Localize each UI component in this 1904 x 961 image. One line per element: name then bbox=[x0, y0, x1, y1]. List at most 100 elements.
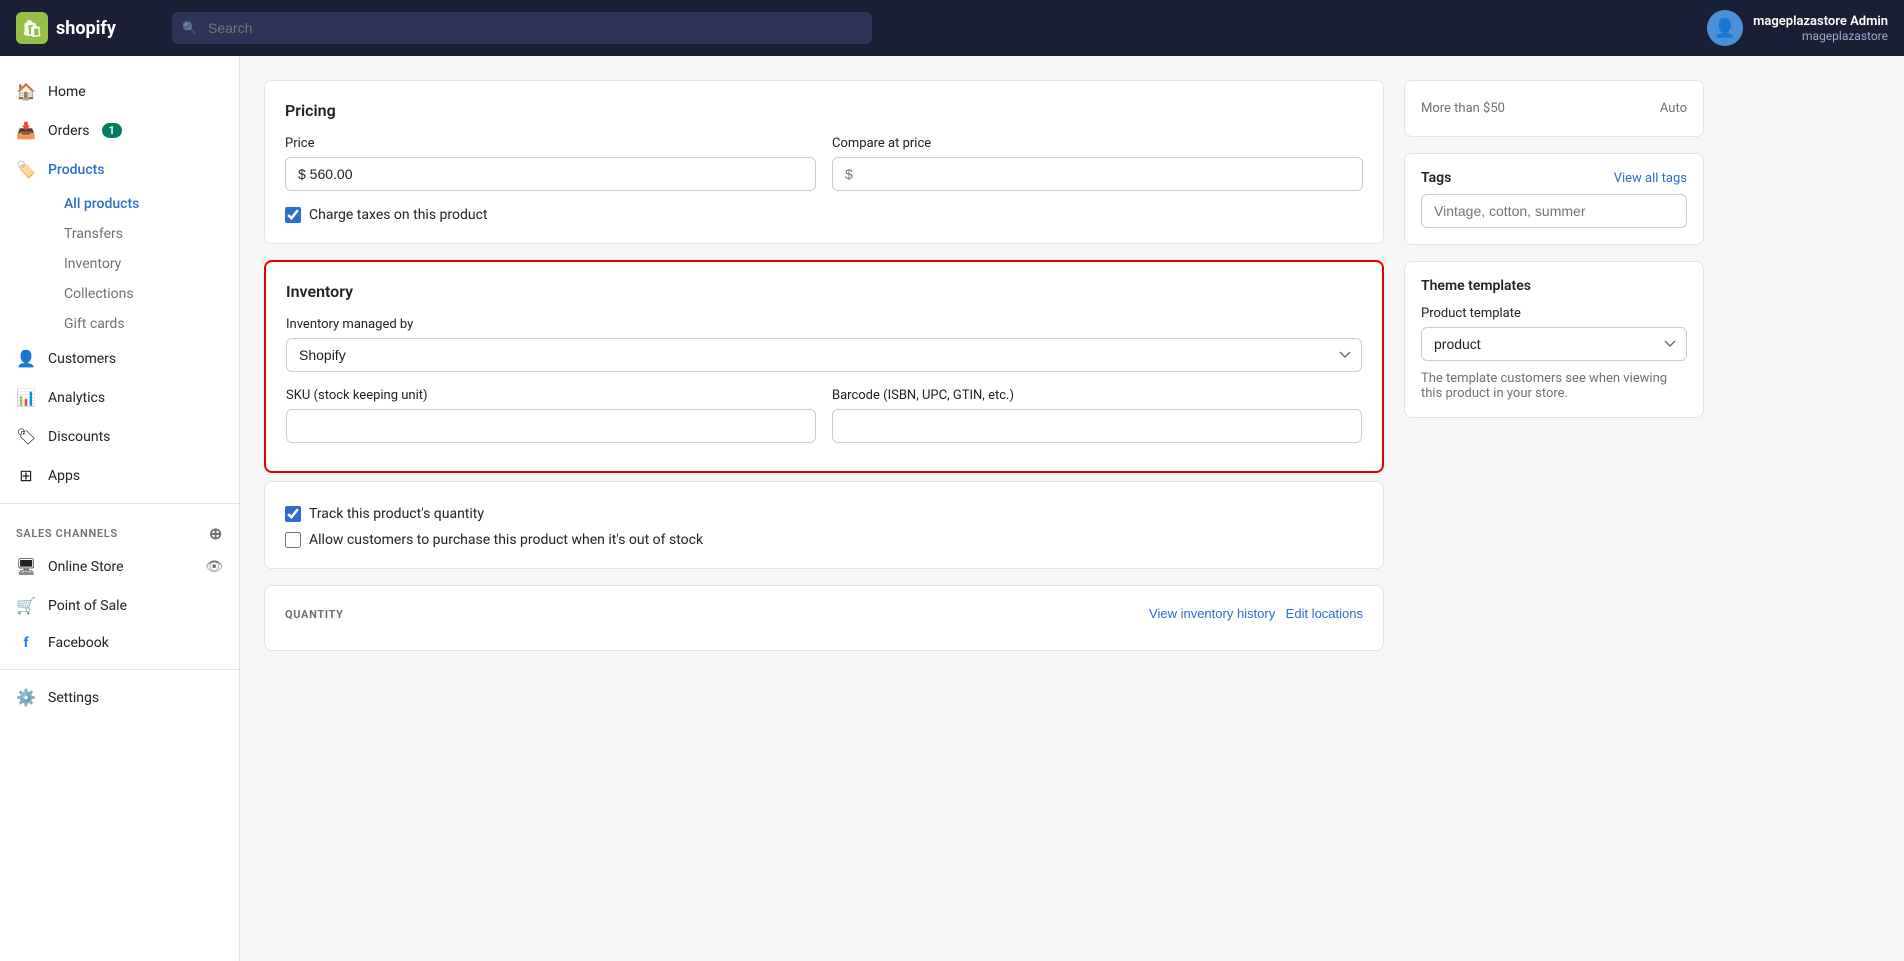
stock-options-card: Track this product's quantity Allow cust… bbox=[264, 481, 1384, 569]
tags-title: Tags bbox=[1421, 170, 1451, 186]
sidebar-sub-transfers[interactable]: Transfers bbox=[48, 219, 239, 249]
avatar: 👤 bbox=[1707, 10, 1743, 46]
orders-badge: 1 bbox=[102, 123, 122, 138]
more-than-row: More than $50 Auto bbox=[1421, 97, 1687, 120]
divider-2 bbox=[0, 669, 239, 670]
sidebar-item-customers[interactable]: 👤 Customers bbox=[0, 339, 239, 378]
sidebar-label-point-of-sale: Point of Sale bbox=[48, 598, 127, 614]
discounts-icon: 🏷 bbox=[16, 427, 36, 446]
allow-purchase-checkbox[interactable] bbox=[285, 532, 301, 548]
sidebar-item-point-of-sale[interactable]: 🛒 Point of Sale bbox=[0, 586, 239, 625]
sidebar-item-settings[interactable]: ⚙️ Settings bbox=[0, 678, 239, 717]
edit-locations-button[interactable]: Edit locations bbox=[1286, 606, 1363, 621]
price-field-group: Price bbox=[285, 136, 816, 191]
sidebar-sub-inventory[interactable]: Inventory bbox=[48, 249, 239, 279]
quantity-title: QUANTITY bbox=[285, 608, 344, 621]
sidebar-item-home[interactable]: 🏠 Home bbox=[0, 72, 239, 111]
view-inventory-history-button[interactable]: View inventory history bbox=[1149, 606, 1275, 621]
user-menu[interactable]: 👤 mageplazastore Admin mageplazastore bbox=[1707, 10, 1888, 46]
sidebar-sub-gift-cards[interactable]: Gift cards bbox=[48, 309, 239, 339]
price-input[interactable] bbox=[285, 157, 816, 191]
user-info: mageplazastore Admin mageplazastore bbox=[1753, 14, 1888, 43]
tags-header: Tags View all tags bbox=[1421, 170, 1687, 186]
product-template-label: Product template bbox=[1421, 306, 1687, 321]
sidebar-item-orders[interactable]: 📥 Orders 1 bbox=[0, 111, 239, 150]
sidebar-label-facebook: Facebook bbox=[48, 635, 109, 651]
sidebar-label-settings: Settings bbox=[48, 690, 99, 706]
sidebar-label-orders: Orders bbox=[48, 123, 90, 139]
main-content: Pricing Price Compare at price C bbox=[240, 56, 1904, 961]
analytics-icon: 📊 bbox=[16, 388, 36, 407]
user-store: mageplazastore bbox=[1753, 29, 1888, 43]
compare-price-field-group: Compare at price bbox=[832, 136, 1363, 191]
user-name: mageplazastore Admin bbox=[1753, 14, 1888, 29]
sidebar-label-apps: Apps bbox=[48, 468, 80, 484]
template-description: The template customers see when viewing … bbox=[1421, 371, 1687, 401]
facebook-icon: f bbox=[16, 635, 36, 651]
tags-input[interactable] bbox=[1421, 194, 1687, 228]
sidebar-label-products: Products bbox=[48, 162, 105, 178]
home-icon: 🏠 bbox=[16, 82, 36, 101]
logo-bag-icon: 🛍 bbox=[16, 12, 48, 44]
allow-purchase-row: Allow customers to purchase this product… bbox=[285, 532, 1363, 548]
sidebar-item-products[interactable]: 🏷️ Products bbox=[0, 150, 239, 189]
point-of-sale-icon: 🛒 bbox=[16, 596, 36, 615]
sidebar-label-online-store: Online Store bbox=[48, 559, 124, 575]
track-quantity-checkbox[interactable] bbox=[285, 506, 301, 522]
compare-price-input[interactable] bbox=[832, 157, 1363, 191]
allow-purchase-label: Allow customers to purchase this product… bbox=[309, 532, 703, 548]
quantity-actions: View inventory history Edit locations bbox=[1149, 606, 1363, 622]
quantity-header: QUANTITY View inventory history Edit loc… bbox=[285, 606, 1363, 622]
customers-icon: 👤 bbox=[16, 349, 36, 368]
top-navigation: 🛍 shopify 👤 mageplazastore Admin magepla… bbox=[0, 0, 1904, 56]
products-icon: 🏷️ bbox=[16, 160, 36, 179]
add-sales-channel-button[interactable]: ⊕ bbox=[209, 524, 223, 543]
shopify-logo: 🛍 shopify bbox=[16, 12, 156, 44]
sidebar-item-online-store[interactable]: 🖥 Online Store 👁 bbox=[0, 547, 239, 586]
sales-channels-section: SALES CHANNELS ⊕ bbox=[0, 512, 239, 547]
logo-text: shopify bbox=[56, 18, 116, 39]
sidebar-label-discounts: Discounts bbox=[48, 429, 110, 445]
inventory-title: Inventory bbox=[286, 282, 1362, 301]
sidebar-item-apps[interactable]: ⊞ Apps bbox=[0, 456, 239, 495]
settings-icon: ⚙️ bbox=[16, 688, 36, 707]
eye-icon[interactable]: 👁 bbox=[205, 559, 223, 575]
sidebar-sub-collections[interactable]: Collections bbox=[48, 279, 239, 309]
barcode-input[interactable] bbox=[832, 409, 1362, 443]
sku-field-group: SKU (stock keeping unit) bbox=[286, 388, 816, 443]
inventory-managed-label: Inventory managed by bbox=[286, 317, 1362, 332]
search-container bbox=[172, 12, 872, 44]
sidebar-item-facebook[interactable]: f Facebook bbox=[0, 625, 239, 661]
sales-channels-label: SALES CHANNELS bbox=[16, 527, 118, 540]
compare-price-label: Compare at price bbox=[832, 136, 1363, 151]
track-quantity-row: Track this product's quantity bbox=[285, 506, 1363, 522]
price-range-card: More than $50 Auto bbox=[1404, 80, 1704, 137]
product-template-select[interactable]: product bbox=[1421, 327, 1687, 361]
sidebar: 🏠 Home 📥 Orders 1 🏷️ Products All produc… bbox=[0, 56, 240, 961]
sidebar-label-analytics: Analytics bbox=[48, 390, 105, 406]
sidebar-label-customers: Customers bbox=[48, 351, 116, 367]
more-than-value: Auto bbox=[1660, 101, 1687, 116]
inventory-managed-row: Inventory managed by Shopify Don't track… bbox=[286, 317, 1362, 372]
products-submenu: All products Transfers Inventory Collect… bbox=[0, 189, 239, 339]
sidebar-label-home: Home bbox=[48, 84, 86, 100]
sidebar-sub-all-products[interactable]: All products bbox=[48, 189, 239, 219]
track-quantity-label: Track this product's quantity bbox=[309, 506, 484, 522]
tags-card: Tags View all tags bbox=[1404, 153, 1704, 245]
sku-input[interactable] bbox=[286, 409, 816, 443]
charge-taxes-label: Charge taxes on this product bbox=[309, 207, 488, 223]
pricing-title: Pricing bbox=[285, 101, 1363, 120]
sidebar-item-discounts[interactable]: 🏷 Discounts bbox=[0, 417, 239, 456]
pricing-card: Pricing Price Compare at price C bbox=[264, 80, 1384, 244]
view-all-tags-button[interactable]: View all tags bbox=[1614, 171, 1687, 186]
orders-icon: 📥 bbox=[16, 121, 36, 140]
sku-label: SKU (stock keeping unit) bbox=[286, 388, 816, 403]
more-than-label: More than $50 bbox=[1421, 101, 1505, 116]
search-input[interactable] bbox=[172, 12, 872, 44]
sidebar-item-analytics[interactable]: 📊 Analytics bbox=[0, 378, 239, 417]
quantity-card: QUANTITY View inventory history Edit loc… bbox=[264, 585, 1384, 651]
apps-icon: ⊞ bbox=[16, 466, 36, 485]
charge-taxes-checkbox[interactable] bbox=[285, 207, 301, 223]
price-label: Price bbox=[285, 136, 816, 151]
inventory-managed-select[interactable]: Shopify Don't track inventory bbox=[286, 338, 1362, 372]
